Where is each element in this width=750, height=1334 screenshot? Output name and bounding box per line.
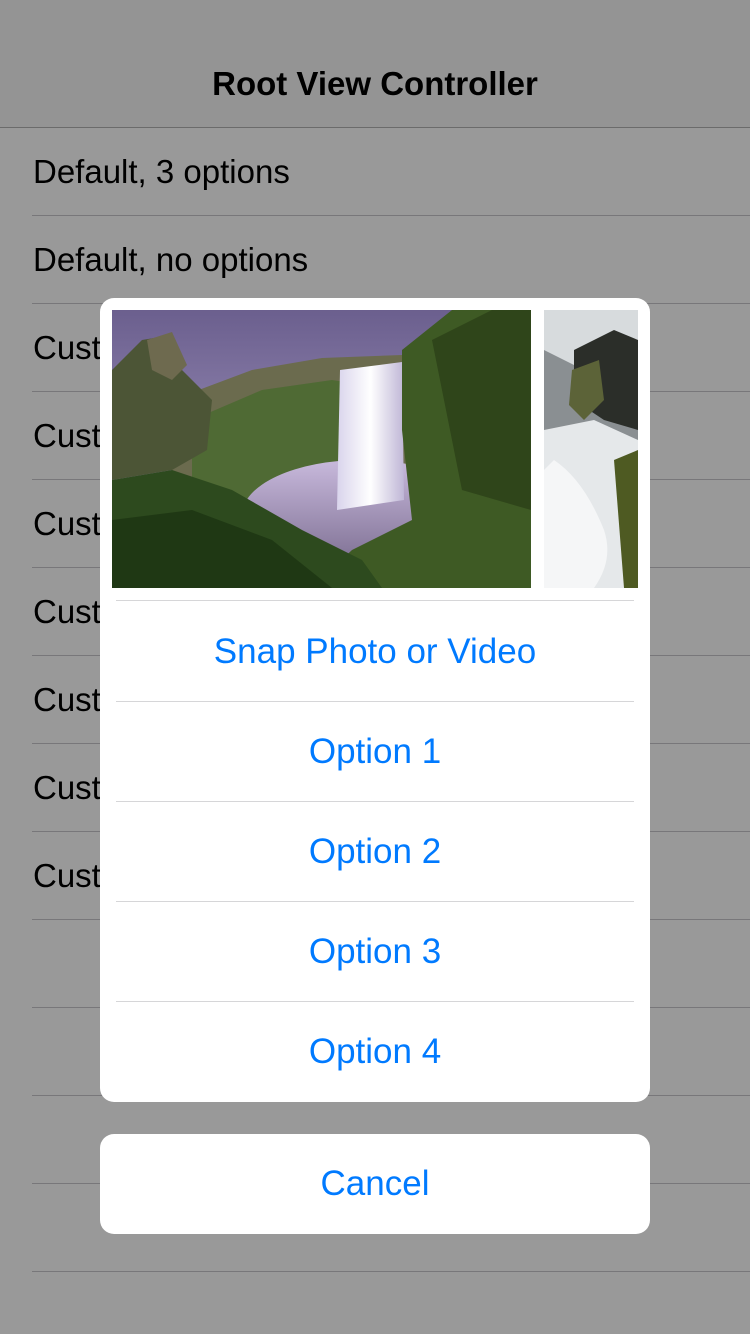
option-4-button[interactable]: Option 4 — [100, 1002, 650, 1102]
option-2-button[interactable]: Option 2 — [100, 802, 650, 902]
waterfall-photo[interactable] — [112, 310, 531, 588]
cancel-button[interactable]: Cancel — [100, 1134, 650, 1234]
snap-photo-button[interactable]: Snap Photo or Video — [100, 602, 650, 702]
action-sheet: Snap Photo or Video Option 1 Option 2 Op… — [100, 298, 650, 1102]
photo-strip[interactable] — [112, 310, 638, 588]
option-3-button[interactable]: Option 3 — [100, 902, 650, 1002]
separator — [116, 600, 634, 601]
rapids-photo[interactable] — [544, 310, 638, 588]
option-1-button[interactable]: Option 1 — [100, 702, 650, 802]
